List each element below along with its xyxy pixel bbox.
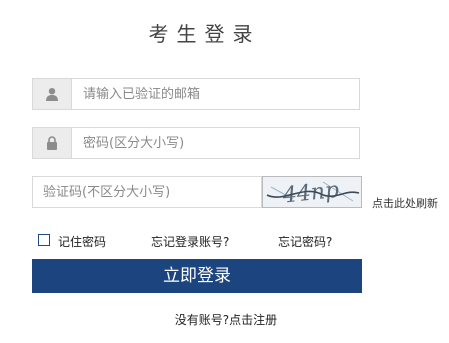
email-input[interactable] [83,79,353,109]
forgot-password-link[interactable]: 忘记密码? [278,233,332,250]
login-button[interactable]: 立即登录 [32,259,362,293]
remember-checkbox[interactable] [38,234,50,246]
email-field[interactable] [32,78,360,110]
user-icon [33,79,72,109]
refresh-captcha-link[interactable]: 点击此处刷新 [372,195,438,211]
remember-label[interactable]: 记住密码 [58,233,106,250]
captcha-field[interactable] [32,176,262,208]
page-title: 考生登录 [148,22,261,46]
captcha-image[interactable]: 44np [262,176,362,208]
forgot-account-link[interactable]: 忘记登录账号? [151,233,229,250]
captcha-input[interactable] [43,177,253,207]
password-input[interactable] [83,128,353,158]
register-link[interactable]: 点击注册 [229,313,277,327]
password-field[interactable] [32,127,360,159]
register-prefix: 没有账号? [174,313,230,327]
register-prompt: 没有账号?点击注册 [0,311,449,328]
lock-icon [33,128,72,158]
captcha-text: 44np [281,178,341,207]
